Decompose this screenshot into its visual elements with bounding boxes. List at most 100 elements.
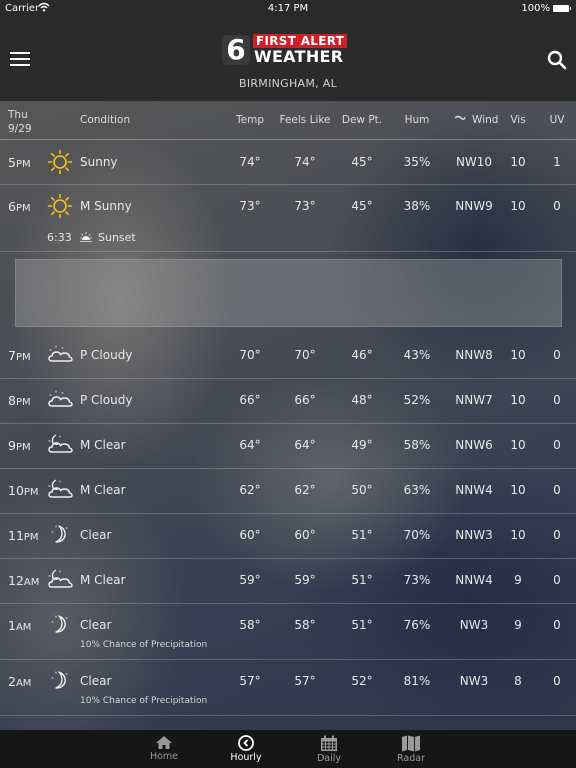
row-dew: 51° [351,528,373,542]
row-dew: 51° [351,573,373,587]
row-ampm: PM [23,487,39,498]
row-ampm: AM [15,678,32,689]
row-hum: 70% [403,528,431,542]
row-feels: 60° [294,528,316,542]
row-time: 1AM [8,618,31,633]
hourly-row[interactable]: 2AM Clear 57° 57° 52° 81% NW3 8 0 10% Chance of P… [0,659,576,716]
row-hour: 12 [8,573,24,588]
hourly-row[interactable]: 8PM P Cloudy 66° 66° 48° 52% NNW7 10 0 [0,378,576,424]
row-precip-chance: 10% Chance of Precipitation [80,640,208,650]
partly-cloudy-icon [46,342,74,366]
row-time: 7PM [8,348,31,363]
wind-icon [454,113,466,126]
row-hum: 35% [403,155,431,169]
sunset-icon [78,230,94,249]
ad-banner[interactable] [15,259,562,327]
row-time: 12AM [8,573,39,588]
hourly-row[interactable]: 1AM Clear 58° 58° 51° 76% NW3 9 0 10% Chance of P… [0,603,576,660]
row-temp: 59° [239,573,261,587]
location-label: BIRMINGHAM, AL [238,77,338,90]
battery-percent: 100% [521,3,550,14]
row-hum: 38% [403,199,431,213]
search-button[interactable] [546,49,568,71]
row-hum: 58% [403,438,431,452]
row-feels: 70° [294,348,316,362]
station-logo: 6 FIRST ALERT WEATHER [222,33,356,67]
row-wind: NW3 [459,618,489,632]
row-vis: 10 [510,393,526,407]
row-hour: 7 [8,348,16,363]
row-dew: 50° [351,483,373,497]
menu-button[interactable] [10,52,30,68]
row-time: 8PM [8,393,31,408]
row-wind: NNW3 [455,528,493,542]
row-temp: 74° [239,155,261,169]
hourly-row[interactable]: 11PM Clear 60° 60° 51° 70% NNW3 10 0 [0,513,576,559]
sunset-label: Sunset [98,231,136,244]
row-temp: 57° [239,674,261,688]
row-hour: 2 [8,674,16,689]
sun-icon [46,193,74,219]
hourly-row[interactable]: 5PM Sunny 74° 74° 45° 35% NW10 10 1 [0,140,576,185]
row-uv: 0 [553,528,561,542]
hourly-row[interactable]: 9PM M Clear 64° 64° 49° 58% NNW6 10 0 [0,423,576,469]
hourly-row[interactable]: 6PM M Sunny 73° 73° 45° 38% NNW9 10 0 [0,184,576,229]
row-time: 5PM [8,155,31,170]
row-uv: 0 [553,573,561,587]
condition-header: Condition [80,114,131,126]
search-icon [547,50,567,70]
row-wind: NNW8 [455,348,493,362]
hourly-row[interactable]: 12AM M Clear 59° 59° 51° 73% NNW4 9 0 [0,558,576,604]
row-hour: 10 [8,483,24,498]
row-ampm: PM [15,203,31,214]
row-feels: 66° [294,393,316,407]
hamburger-icon-bar [10,64,30,66]
row-condition: M Clear [80,438,126,452]
status-time: 4:17 PM [267,3,309,14]
row-condition: M Clear [80,573,126,587]
row-ampm: AM [23,577,40,588]
tab-hourly[interactable]: Hourly [216,732,276,768]
sun-icon [46,149,74,175]
row-hour: 11 [8,528,24,543]
row-condition: Clear [80,618,112,632]
row-uv: 0 [553,348,561,362]
row-time: 2AM [8,674,31,689]
tab-home[interactable]: Home [134,732,194,768]
row-dew: 45° [351,199,373,213]
row-ampm: PM [15,442,31,453]
wind-header: Wind [472,114,499,126]
row-ampm: PM [15,397,31,408]
moon-cloud-icon [46,567,74,591]
row-vis: 10 [510,438,526,452]
day-label: Thu [8,109,28,121]
calendar-icon [321,735,337,751]
row-dew: 48° [351,393,373,407]
row-ampm: PM [15,352,31,363]
row-vis: 9 [514,618,522,632]
row-temp: 58° [239,618,261,632]
row-uv: 0 [553,393,561,407]
row-temp: 60° [239,528,261,542]
logo-number: 6 [222,35,250,65]
hourly-row[interactable]: 10PM M Clear 62° 62° 50° 63% NNW4 10 0 [0,468,576,514]
map-icon [402,735,420,752]
row-time: 11PM [8,528,39,543]
row-time: 10PM [8,483,39,498]
sunset-row: 6:33 Sunset [0,229,576,252]
row-condition: Clear [80,674,112,688]
hourly-row[interactable]: 7PM P Cloudy 70° 70° 46° 43% NNW8 10 0 [0,333,576,379]
tab-radar[interactable]: Radar [381,732,441,768]
tab-daily[interactable]: Daily [299,732,359,768]
row-condition: P Cloudy [80,393,133,407]
row-wind: NW3 [459,674,489,688]
row-vis: 10 [510,155,526,169]
logo-weather: WEATHER [254,47,344,66]
row-hum: 63% [403,483,431,497]
row-vis: 10 [510,528,526,542]
feels-like-header: Feels Like [279,114,331,126]
tab-radar-label: Radar [397,753,425,764]
row-hum: 81% [403,674,431,688]
row-hour: 8 [8,393,16,408]
row-feels: 59° [294,573,316,587]
